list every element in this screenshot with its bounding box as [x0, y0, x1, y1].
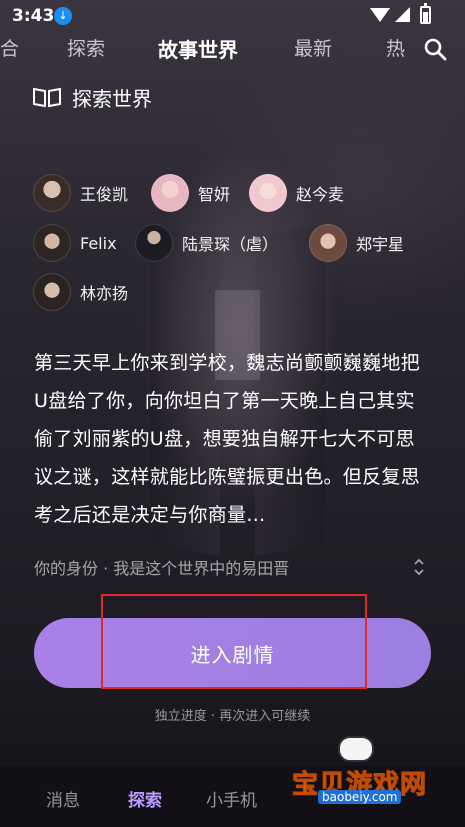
- tab-explore[interactable]: 探索: [67, 34, 105, 61]
- book-icon: [33, 87, 61, 108]
- character-name: 智妍: [198, 185, 231, 204]
- avatar: [135, 224, 173, 262]
- nav-explore[interactable]: 探索: [128, 786, 162, 811]
- avatar: [33, 224, 71, 262]
- character-chip[interactable]: 陆景琛（虐）: [135, 223, 278, 263]
- download-icon: ↓: [54, 7, 72, 25]
- avatar: [249, 174, 287, 212]
- section-header: 探索世界: [32, 83, 152, 111]
- character-chip[interactable]: 郑宇星: [309, 223, 404, 263]
- tab-hot[interactable]: 热: [386, 34, 405, 61]
- highlight-box: [101, 594, 367, 689]
- character-name: 郑宇星: [356, 235, 405, 254]
- battery-icon: [420, 3, 431, 24]
- character-chip[interactable]: Felix: [33, 223, 117, 263]
- tab-latest[interactable]: 最新: [294, 34, 332, 61]
- character-chip[interactable]: 王俊凯: [33, 173, 128, 213]
- character-name: 陆景琛（虐）: [182, 235, 279, 254]
- status-bar: 3:43 ↓: [0, 0, 465, 30]
- top-tabs: 合 探索 故事世界 最新 热: [0, 34, 465, 64]
- avatar: [309, 224, 347, 262]
- watermark-url: baobeiy.com: [318, 790, 402, 804]
- search-icon[interactable]: [423, 37, 447, 61]
- wifi-icon: [370, 8, 390, 22]
- status-time: 3:43: [12, 6, 55, 26]
- gamepad-icon: [338, 736, 374, 762]
- avatar: [33, 174, 71, 212]
- progress-hint: 独立进度 · 再次进入可继续: [154, 709, 311, 724]
- character-name: 林亦扬: [80, 284, 129, 303]
- watermark: 宝贝游戏网 baobeiy.com: [288, 736, 448, 806]
- nav-messages[interactable]: 消息: [46, 786, 80, 811]
- identity-selector[interactable]: 你的身份 · 我是这个世界中的易田晋: [34, 555, 434, 579]
- character-chip[interactable]: 智妍: [151, 173, 230, 213]
- character-name: Felix: [80, 233, 117, 253]
- identity-text: 你的身份 · 我是这个世界中的易田晋: [34, 559, 290, 578]
- story-text: 第三天早上你来到学校，魏志尚颤颤巍巍地把U盘给了你，向你坦白了第一天晚上自己其实…: [34, 352, 421, 526]
- character-chip[interactable]: 林亦扬: [33, 272, 128, 312]
- section-title: 探索世界: [72, 86, 152, 111]
- nav-mini-phone[interactable]: 小手机: [206, 786, 257, 811]
- signal-icon: [395, 7, 410, 22]
- avatar: [33, 273, 71, 311]
- chevron-up-down-icon: [414, 558, 424, 576]
- avatar: [151, 174, 189, 212]
- character-chip[interactable]: 赵今麦: [249, 173, 344, 213]
- character-name: 王俊凯: [80, 185, 129, 204]
- tab-story-world[interactable]: 故事世界: [158, 34, 238, 63]
- tab-partial[interactable]: 合: [0, 34, 19, 61]
- character-name: 赵今麦: [296, 185, 345, 204]
